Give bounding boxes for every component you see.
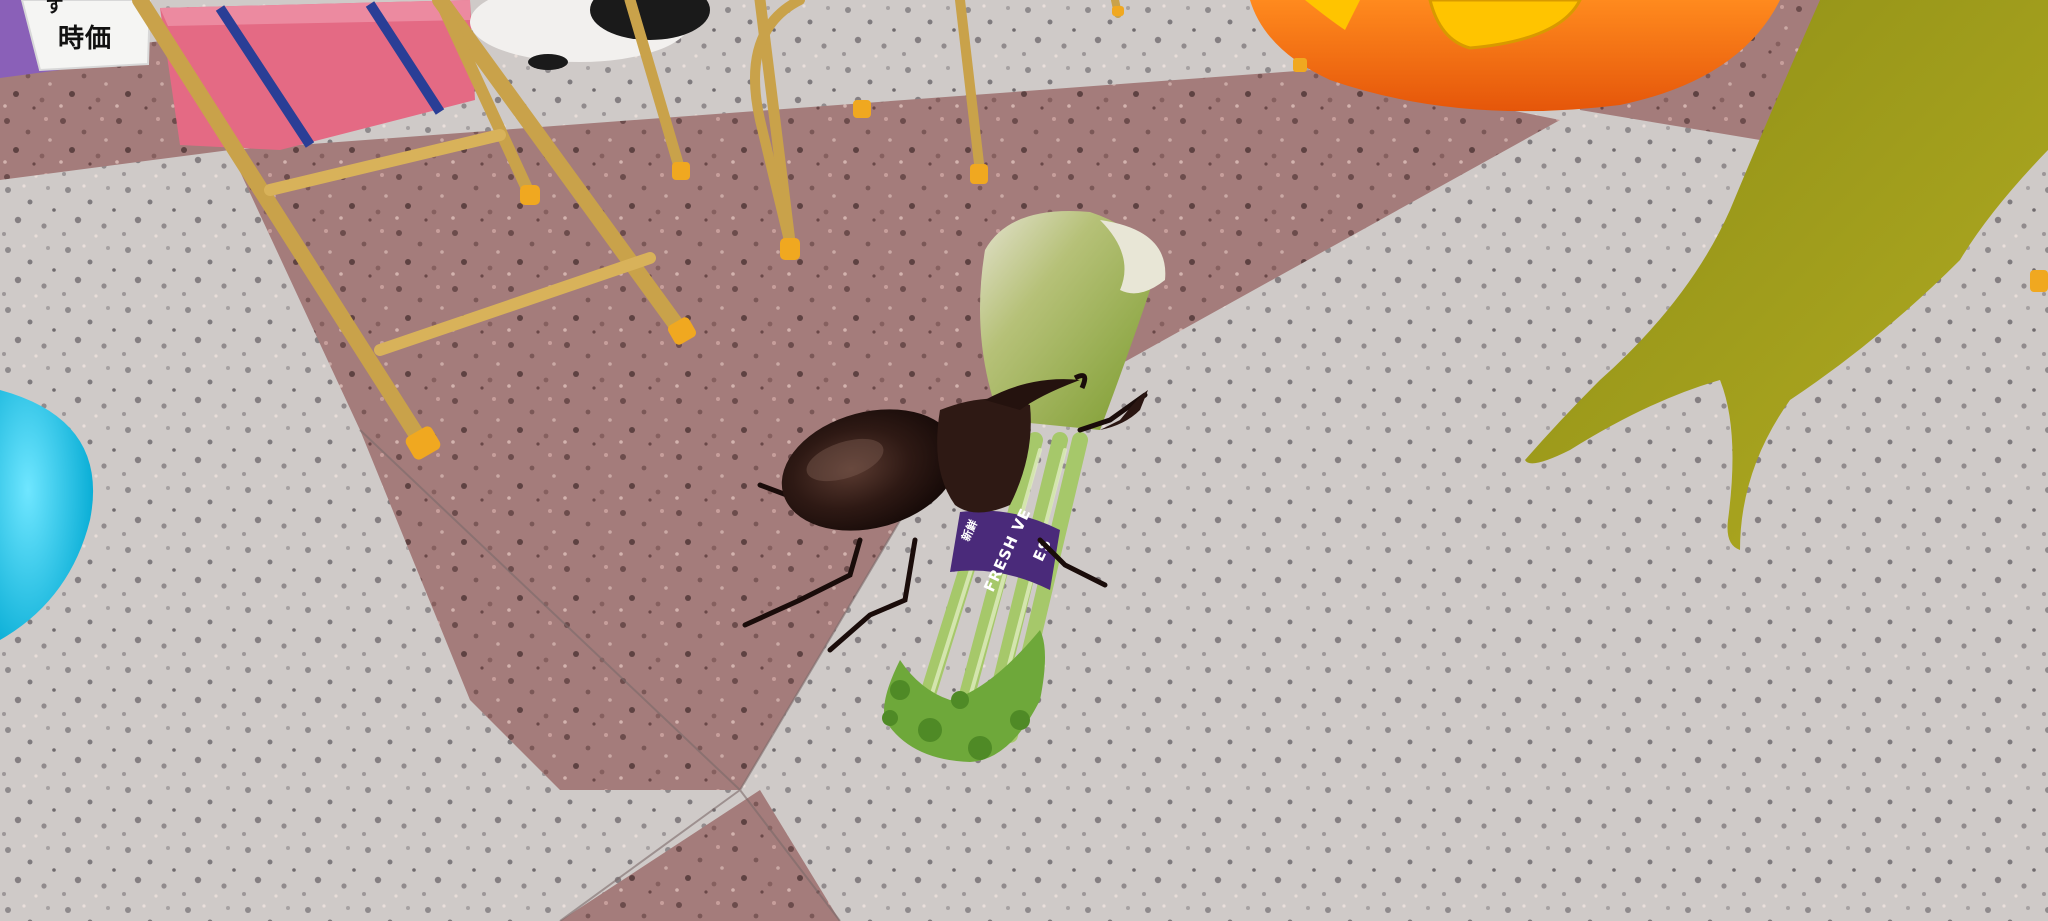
3d-scene[interactable]: FRESH VE 新鮮 ES [0, 0, 2048, 921]
price-sign-text: 時価 [58, 24, 113, 54]
game-viewport[interactable]: FRESH VE 新鮮 ES ず 時価 [0, 0, 2048, 921]
price-sign-top-text: ず [46, 0, 64, 17]
